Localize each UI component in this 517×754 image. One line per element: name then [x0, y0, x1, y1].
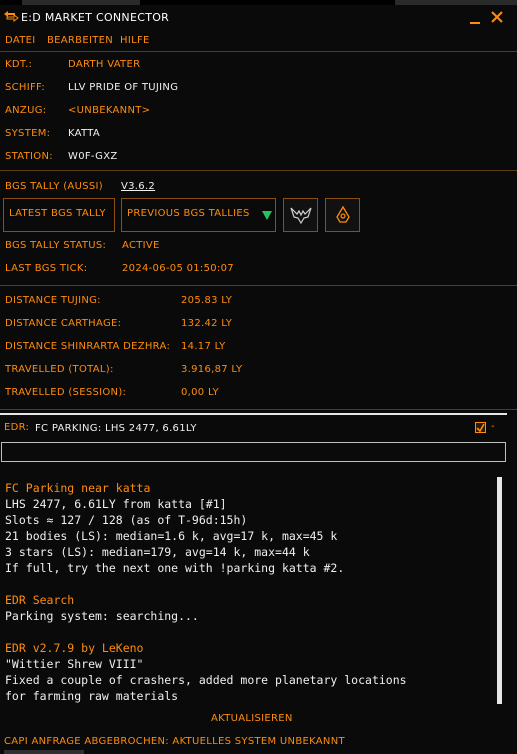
- console-line: "Wittier Shrew VIII": [5, 657, 144, 671]
- suit-value: <UNBEKANNT>: [68, 105, 151, 116]
- bgs-status-value: ACTIVE: [122, 240, 160, 251]
- dropdown-triangle-icon: [262, 211, 272, 220]
- distance-label: DISTANCE SHINRARTA DEZHRA:: [5, 341, 171, 352]
- system-row: SYSTEM: KATTA: [0, 126, 517, 142]
- latest-bgs-tally-label: LATEST BGS TALLY: [9, 208, 106, 219]
- console-line: Parking system: searching...: [5, 609, 199, 623]
- commander-value[interactable]: DARTH VATER: [68, 59, 140, 70]
- previous-bgs-tallies-label: PREVIOUS BGS TALLIES: [127, 208, 250, 219]
- console-line: FC Parking near katta: [5, 481, 151, 495]
- title-bar[interactable]: E:D MARKET CONNECTOR: [0, 5, 517, 30]
- bottom-edge: [4, 750, 84, 754]
- edr-label: EDR:: [4, 422, 30, 433]
- menu-bearbeiten[interactable]: BEARBEITEN: [47, 35, 113, 46]
- edr-console: FC Parking near katta LHS 2477, 6.61LY f…: [0, 477, 497, 703]
- previous-bgs-tallies-button[interactable]: PREVIOUS BGS TALLIES: [121, 198, 276, 232]
- console-line: LHS 2477, 6.61LY from katta [#1]: [5, 497, 227, 511]
- distance-row: DISTANCE TUJING: 205.83 LY: [0, 293, 517, 309]
- bgs-tick-value: 2024-06-05 01:50:07: [122, 263, 234, 274]
- station-row: STATION: W0F-GXZ: [0, 149, 517, 165]
- divider: [0, 285, 517, 286]
- ship-row: SCHIFF: LLV PRIDE OF TUJING: [0, 80, 517, 96]
- console-line: Slots ≈ 127 / 128 (as of T-96d:15h): [5, 513, 248, 527]
- edr-row: EDR: FC PARKING: LHS 2477, 6.61LY -: [0, 420, 517, 440]
- close-icon: [491, 11, 503, 23]
- distance-label: TRAVELLED (SESSION):: [5, 387, 127, 398]
- system-value[interactable]: KATTA: [68, 128, 100, 139]
- edr-command-input[interactable]: [1, 442, 506, 462]
- console-scrollbar[interactable]: [497, 477, 505, 704]
- status-bar: CAPI ANFRAGE ABGEBROCHEN: AKTUELLES SYST…: [4, 736, 345, 747]
- distance-row: DISTANCE CARTHAGE: 132.42 LY: [0, 316, 517, 332]
- edr-separator: [0, 413, 507, 415]
- ship-value[interactable]: LLV PRIDE OF TUJING: [68, 82, 178, 93]
- edr-collapse-toggle[interactable]: -: [491, 421, 495, 432]
- distance-label: DISTANCE TUJING:: [5, 295, 101, 306]
- window-title: E:D MARKET CONNECTOR: [21, 11, 170, 24]
- suit-row: ANZUG: <UNBEKANNT>: [0, 103, 517, 119]
- minimize-button[interactable]: [468, 7, 482, 27]
- distance-label: TRAVELLED (TOTAL):: [5, 364, 114, 375]
- console-line: EDR Search: [5, 593, 75, 607]
- distance-value: 3.916,87 LY: [181, 364, 243, 375]
- distance-row: TRAVELLED (TOTAL): 3.916,87 LY: [0, 362, 517, 378]
- console-line: 21 bodies (LS): median=1.6 k, avg=17 k, …: [5, 529, 338, 543]
- scrollbar-thumb[interactable]: [497, 477, 502, 704]
- bgs-header-row: BGS TALLY (AUSSI): [0, 179, 517, 195]
- console-line: Fixed a couple of crashers, added more p…: [5, 673, 407, 687]
- close-button[interactable]: [490, 10, 504, 24]
- edr-value: FC PARKING: LHS 2477, 6.61LY: [35, 423, 197, 434]
- alien-button[interactable]: [325, 198, 360, 232]
- bgs-status-label: BGS TALLY STATUS:: [5, 240, 107, 251]
- app-icon: [4, 11, 19, 22]
- minimize-icon: [470, 22, 480, 24]
- suit-label: ANZUG:: [5, 105, 47, 116]
- alien-icon: [336, 205, 350, 223]
- system-label: SYSTEM:: [5, 128, 51, 139]
- distance-value: 205.83 LY: [181, 295, 233, 306]
- bgs-status-row: BGS TALLY STATUS: ACTIVE: [0, 238, 517, 254]
- latest-bgs-tally-button[interactable]: LATEST BGS TALLY: [3, 198, 115, 232]
- divider: [0, 409, 517, 410]
- console-line: EDR v2.7.9 by LeKeno: [5, 641, 144, 655]
- checkbox-icon: [476, 423, 485, 433]
- divider: [0, 51, 517, 52]
- menu-datei[interactable]: DATEI: [5, 35, 35, 46]
- station-value[interactable]: W0F-GXZ: [68, 151, 118, 162]
- bgs-version-link[interactable]: V3.6.2: [121, 181, 155, 192]
- distance-label: DISTANCE CARTHAGE:: [5, 318, 122, 329]
- bgs-tick-row: LAST BGS TICK: 2024-06-05 01:50:07: [0, 261, 517, 277]
- eagle-icon: [290, 207, 312, 225]
- distance-value: 132.42 LY: [181, 318, 233, 329]
- ship-label: SCHIFF:: [5, 82, 45, 93]
- console-line: 3 stars (LS): median=179, avg=14 k, max=…: [5, 545, 310, 559]
- eagle-button[interactable]: [283, 198, 318, 232]
- console-line: If full, try the next one with !parking …: [5, 561, 345, 575]
- menu-hilfe[interactable]: HILFE: [120, 35, 150, 46]
- bgs-tick-label: LAST BGS TICK:: [5, 263, 88, 274]
- distance-value: 14.17 LY: [181, 341, 226, 352]
- edr-checkbox[interactable]: [475, 422, 486, 433]
- commander-row: KDT.: DARTH VATER: [0, 57, 517, 73]
- station-label: STATION:: [5, 151, 53, 162]
- distance-value: 0,00 LY: [181, 387, 219, 398]
- console-line: for farming raw materials: [5, 689, 179, 703]
- distance-row: DISTANCE SHINRARTA DEZHRA: 14.17 LY: [0, 339, 517, 355]
- divider: [0, 170, 517, 171]
- commander-label: KDT.:: [5, 59, 33, 70]
- update-button[interactable]: AKTUALISIEREN: [211, 713, 293, 724]
- distance-row: TRAVELLED (SESSION): 0,00 LY: [0, 385, 517, 401]
- bgs-title: BGS TALLY (AUSSI): [5, 181, 103, 192]
